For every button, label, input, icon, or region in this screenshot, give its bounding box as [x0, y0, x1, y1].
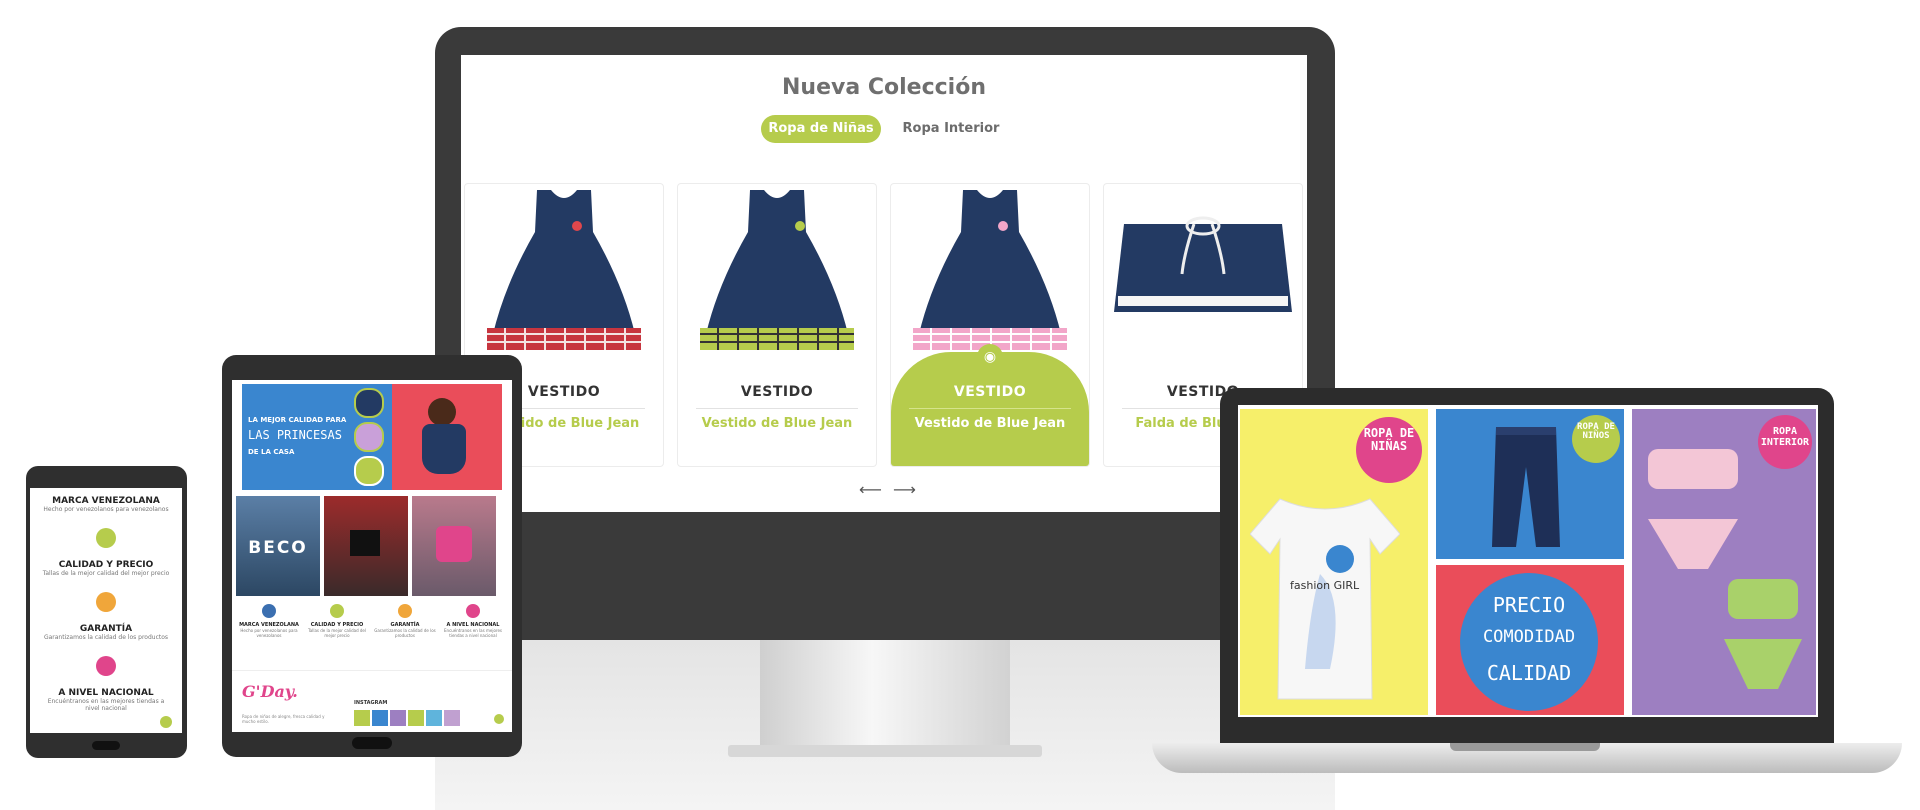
store-name: BECO: [248, 538, 308, 558]
feature-title: CALIDAD Y PRECIO: [58, 560, 154, 570]
tile-values: PRECIO COMODIDAD CALIDAD: [1436, 565, 1624, 715]
purple-button-icon: [354, 422, 384, 452]
instagram-thumb[interactable]: [390, 710, 406, 726]
feature-desc: Tallas de la mejor calidad del mejor pre…: [308, 628, 366, 638]
scroll-top-button[interactable]: [494, 714, 504, 724]
value-precio: PRECIO: [1492, 593, 1566, 617]
arrow-right-icon[interactable]: ⟶: [893, 480, 916, 499]
boys-pants-image: [1492, 427, 1560, 547]
denim-button-icon: [354, 388, 384, 418]
divider: [232, 670, 512, 671]
monitor-foot: [728, 745, 1042, 757]
category-tile-boys[interactable]: ROPA DE NIÑOS: [1436, 409, 1624, 559]
feature-desc: Garantizamos la calidad de los productos: [374, 628, 436, 638]
instagram-thumb[interactable]: [408, 710, 424, 726]
laptop-screen: ROPA DE NIÑAS fashion GIRL ROPA DE NIÑOS…: [1238, 405, 1818, 717]
phone-screen: MARCA VENEZOLANA Hecho por venezolanos p…: [30, 488, 182, 733]
store-logo-icon: [350, 530, 380, 556]
phone-feature: A NIVEL NACIONAL Encuéntranos en las mej…: [30, 688, 182, 712]
feature-desc: Garantizamos la calidad de los productos: [43, 634, 169, 641]
eye-icon[interactable]: ◉: [977, 344, 1003, 370]
divider: [696, 408, 858, 409]
banner-line-1: LA MEJOR CALIDAD PARA: [248, 416, 347, 424]
guarantee-seal-icon: [398, 604, 412, 618]
desktop-screen: Nueva Colección Ropa de Niñas Ropa Inter…: [461, 55, 1307, 512]
scroll-top-button[interactable]: [160, 716, 172, 728]
phone-home-button: [92, 741, 120, 750]
phone-feature: CALIDAD Y PRECIO Tallas de la mejor cali…: [30, 560, 182, 577]
phone-feature: GARANTÍA Garantizamos la calidad de los …: [30, 624, 182, 641]
section-title: Nueva Colección: [782, 75, 986, 100]
feature-title: GARANTÍA: [79, 624, 133, 634]
store-photo-3[interactable]: [412, 496, 496, 596]
banner-left: LA MEJOR CALIDAD PARA LAS PRINCESAS DE L…: [242, 384, 392, 490]
badge-ropa-de-ninas: ROPA DE NIÑAS: [1356, 417, 1422, 483]
tablet-screen: LA MEJOR CALIDAD PARA LAS PRINCESAS DE L…: [232, 380, 512, 732]
store-photo-beco[interactable]: BECO: [236, 496, 320, 596]
store-icon: [466, 604, 480, 618]
check-icon: [354, 456, 384, 486]
instagram-thumb[interactable]: [426, 710, 442, 726]
product-image-skirt: [1114, 216, 1292, 312]
underwear-image: [1648, 449, 1802, 689]
arrow-left-icon[interactable]: ⟵: [859, 480, 882, 499]
feature: GARANTÍA Garantizamos la calidad de los …: [372, 604, 438, 638]
store-photo-2[interactable]: [324, 496, 408, 596]
product-name[interactable]: Vestido de Blue Jean: [678, 416, 876, 431]
footer-text: Ropa de niñas de alegre, fresca calidad …: [242, 714, 325, 724]
feature-desc: Encuéntranos en las mejores tiendas a ni…: [47, 698, 165, 712]
tee-text: fashion GIRL: [1290, 579, 1360, 592]
banner-line-2: LAS PRINCESAS: [248, 428, 342, 442]
flag-badge-icon: [262, 604, 276, 618]
feature: MARCA VENEZOLANA Hecho por venezolanos p…: [236, 604, 302, 638]
value-calidad: CALIDAD: [1486, 661, 1572, 685]
store-icon: [96, 656, 116, 676]
divider: [909, 408, 1071, 409]
instagram-thumb[interactable]: [444, 710, 460, 726]
product-image-dress-pink: [913, 190, 1067, 350]
feature-desc: Hecho por venezolanos para venezolanos: [43, 506, 169, 513]
feature-desc: Tallas de la mejor calidad del mejor pre…: [42, 570, 170, 577]
girls-tshirt-image: fashion GIRL: [1250, 498, 1400, 700]
tab-ropa-interior[interactable]: Ropa Interior: [891, 115, 1011, 143]
feature: CALIDAD Y PRECIO Tallas de la mejor cali…: [304, 604, 370, 638]
footer-logo[interactable]: G'Day.: [242, 682, 298, 701]
instagram-label: INSTAGRAM: [354, 700, 388, 706]
product-card-highlighted[interactable]: ◉ VESTIDO Vestido de Blue Jean: [890, 183, 1090, 467]
tab-ropa-de-ninas[interactable]: Ropa de Niñas: [761, 115, 881, 143]
product-image-dress-red: [487, 190, 641, 350]
instagram-thumb[interactable]: [372, 710, 388, 726]
feature: A NIVEL NACIONAL Encuéntranos en las mej…: [440, 604, 506, 638]
tablet-home-button: [352, 737, 392, 749]
product-type: VESTIDO: [740, 384, 814, 400]
girl-dress-icon: [422, 424, 466, 474]
phone-feature: MARCA VENEZOLANA Hecho por venezolanos p…: [30, 496, 182, 513]
feature-title: A NIVEL NACIONAL: [58, 688, 154, 698]
feature-title: MARCA VENEZOLANA: [52, 496, 160, 506]
instagram-thumb[interactable]: [354, 710, 370, 726]
girl-head-icon: [428, 398, 456, 426]
monitor-stand: [760, 640, 1010, 745]
medal-icon: [96, 528, 116, 548]
product-image-dress-green: [700, 190, 854, 350]
banner-photo: [392, 384, 502, 490]
product-card[interactable]: VESTIDO Vestido de Blue Jean: [677, 183, 877, 467]
value-comodidad: COMODIDAD: [1482, 627, 1576, 647]
feature-desc: Hecho por venezolanos para venezolanos: [240, 628, 298, 638]
product-type: VESTIDO: [953, 384, 1027, 400]
product-name[interactable]: Vestido de Blue Jean: [891, 416, 1089, 431]
category-tile-underwear[interactable]: ROPA INTERIOR: [1632, 409, 1816, 715]
category-tile-girls[interactable]: ROPA DE NIÑAS fashion GIRL: [1240, 409, 1428, 715]
banner-line-3: DE LA CASA: [248, 448, 295, 456]
g-logo-icon: [436, 526, 472, 562]
badge-ropa-de-ninos: ROPA DE NIÑOS: [1572, 415, 1620, 463]
medal-icon: [330, 604, 344, 618]
guarantee-seal-icon: [96, 592, 116, 612]
feature-desc: Encuéntranos en las mejores tiendas a ni…: [444, 628, 502, 638]
laptop-notch: [1450, 743, 1600, 751]
